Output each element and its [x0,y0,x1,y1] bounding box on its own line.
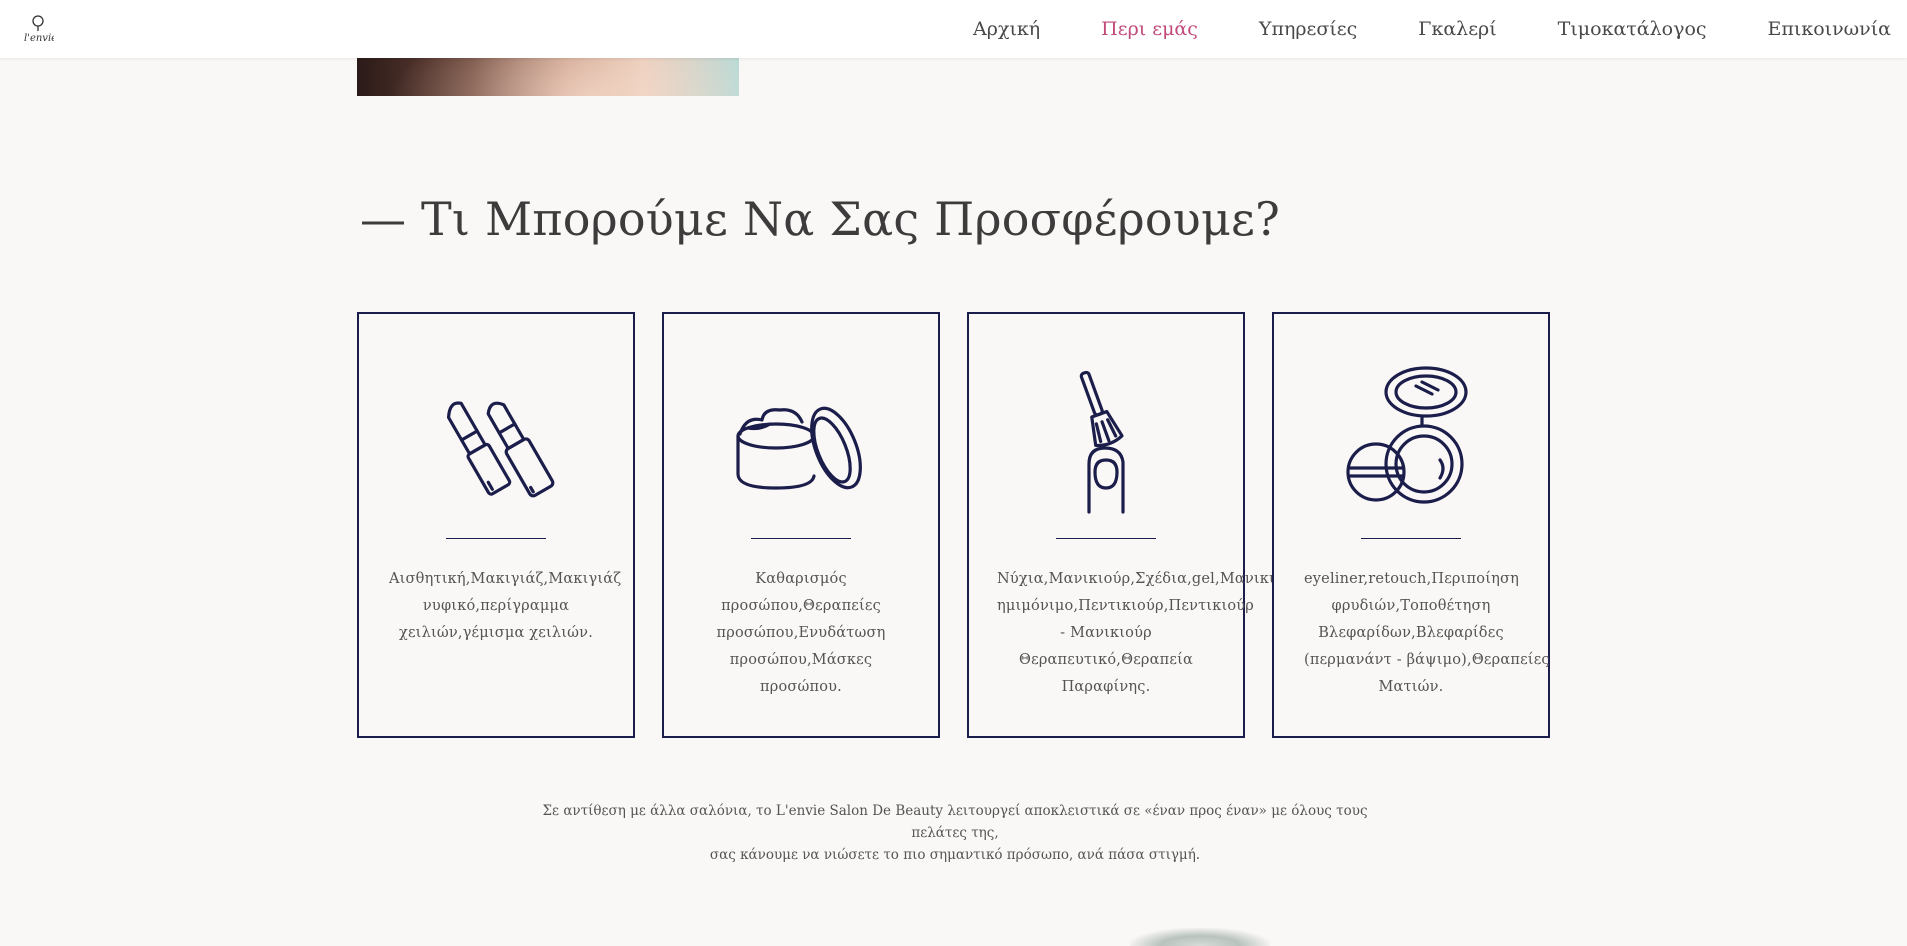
nav-item-pricing[interactable]: Τιμοκατάλογος [1558,18,1707,40]
service-card-nails: Νύχια,Μανικιούρ,Σχέδια,gel,Μανικιούρ ημι… [967,312,1302,738]
nav-item-about[interactable]: Περι εμάς [1101,18,1198,40]
service-card-eyes: eyeliner,retouch,Περιποίηση φρυδιών,Τοπο… [1272,312,1550,738]
site-header: l'envie Αρχική Περι εμάς Υπηρεσίες Γκαλε… [0,0,1907,58]
card-divider [1361,538,1461,539]
logo-icon[interactable]: l'envie [22,14,54,46]
card-description: Καθαρισμός προσώπου,Θεραπείες προσώπου,Ε… [716,571,886,695]
nav-item-services[interactable]: Υπηρεσίες [1259,18,1357,40]
svg-text:l'envie: l'envie [24,33,54,44]
intro-line-2: σας κάνουμε να νιώσετε το πιο σημαντικό … [709,847,1201,863]
intro-paragraph: Σε αντίθεση με άλλα σαλόνια, το L'envie … [540,800,1370,866]
main-nav: Αρχική Περι εμάς Υπηρεσίες Γκαλερί Τιμοκ… [912,0,1891,58]
bottom-photo [1130,928,1270,946]
card-description: Νύχια,Μανικιούρ,Σχέδια,gel,Μανικιούρ ημι… [997,571,1302,695]
compact-powder-icon [1346,366,1468,504]
nav-item-contact[interactable]: Επικοινωνία [1768,18,1891,40]
card-divider [751,538,851,539]
nav-item-gallery[interactable]: Γκαλερί [1418,18,1496,40]
card-description: eyeliner,retouch,Περιποίηση φρυδιών,Τοπο… [1304,571,1550,695]
lipstick-icon [446,401,555,498]
intro-line-1: Σε αντίθεση με άλλα σαλόνια, το L'envie … [542,803,1368,841]
service-card-makeup: Αισθητική,Μακιγιάζ,Μακιγιάζ νυφικό,περίγ… [357,312,635,738]
nav-item-home[interactable]: Αρχική [973,18,1040,40]
card-divider [1056,538,1156,539]
card-divider [446,538,546,539]
cream-jar-icon [736,406,862,490]
nail-polish-icon [1079,370,1125,514]
card-description: Αισθητική,Μακιγιάζ,Μακιγιάζ νυφικό,περίγ… [389,571,622,641]
section-title: — Τι Μπορούμε Να Σας Προσφέρουμε? [360,192,1280,246]
service-card-facial: Καθαρισμός προσώπου,Θεραπείες προσώπου,Ε… [662,312,940,738]
